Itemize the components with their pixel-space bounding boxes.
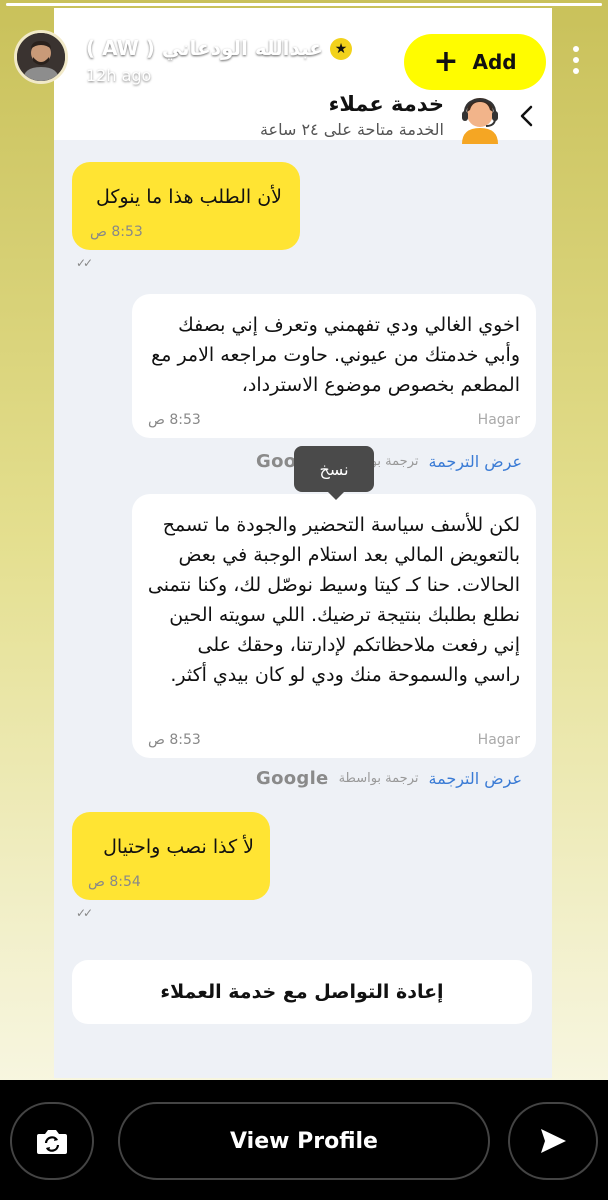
avatar[interactable] [14,30,68,84]
reconnect-support-button[interactable]: إعادة التواصل مع خدمة العملاء [72,960,532,1024]
message-text: لأ كذا نصب واحتيال [103,836,254,858]
message-bubble-outgoing[interactable]: لأ كذا نصب واحتيال 8:54 ص [72,812,270,900]
message-text: اخوي الغالي ودي تفهمني وتعرف إني بصفك وأ… [151,314,520,396]
message-bubble-incoming[interactable]: لكن للأسف سياسة التحضير والجودة ما تسمح … [132,494,536,758]
message-bubble-incoming[interactable]: اخوي الغالي ودي تفهمني وتعرف إني بصفك وأ… [132,294,536,438]
back-chevron-icon[interactable] [514,100,538,132]
copy-tooltip[interactable]: نسخ [294,446,374,500]
translation-row: عرض الترجمة ترجمة بواسطة Google [256,765,522,791]
add-label: Add [472,50,517,74]
google-logo: Google [256,767,329,789]
camera-swap-icon [37,1130,67,1154]
chat-subtitle: الخدمة متاحة على ٢٤ ساعة [259,120,444,139]
message-time: 8:53 ص [148,412,201,428]
bottom-bar: View Profile [0,1080,608,1200]
chat-screenshot: خدمة عملاء الخدمة متاحة على ٢٤ ساعة لأن … [54,8,552,1078]
message-sender: Hagar [477,732,520,748]
message-time: 8:53 ص [148,732,201,748]
message-bubble-outgoing[interactable]: لأن الطلب هذا ما ينوكل 8:53 ص [72,162,300,250]
story-progress-fill [6,3,602,6]
plus-icon: + [433,44,459,79]
chat-title: خدمة عملاء [328,92,444,116]
story-posted-ago: 12h ago [86,66,152,85]
message-time: 8:54 ص [88,874,141,890]
add-friend-button[interactable]: + Add [404,34,546,90]
read-receipt-icon: ✓✓ [76,906,93,920]
message-time: 8:53 ص [90,224,143,240]
message-text: لأن الطلب هذا ما ينوكل [95,186,282,208]
star-icon: ★ [330,38,352,60]
support-agent-icon [454,92,506,144]
show-translation-link[interactable]: عرض الترجمة [429,769,523,788]
more-icon[interactable] [562,38,590,82]
message-sender: Hagar [477,412,520,428]
send-button[interactable] [508,1102,598,1180]
read-receipt-icon: ✓✓ [76,256,93,270]
message-text: لكن للأسف سياسة التحضير والجودة ما تسمح … [147,514,520,686]
story-progress-bar [6,3,602,6]
story-user-name[interactable]: عبدالله الودعاني ( AW ) [86,36,356,64]
view-profile-button[interactable]: View Profile [118,1102,490,1180]
show-translation-link[interactable]: عرض الترجمة [429,452,523,471]
send-arrow-icon [541,1129,566,1153]
translated-by-label: ترجمة بواسطة [338,770,419,786]
camera-swap-button[interactable] [10,1102,94,1180]
